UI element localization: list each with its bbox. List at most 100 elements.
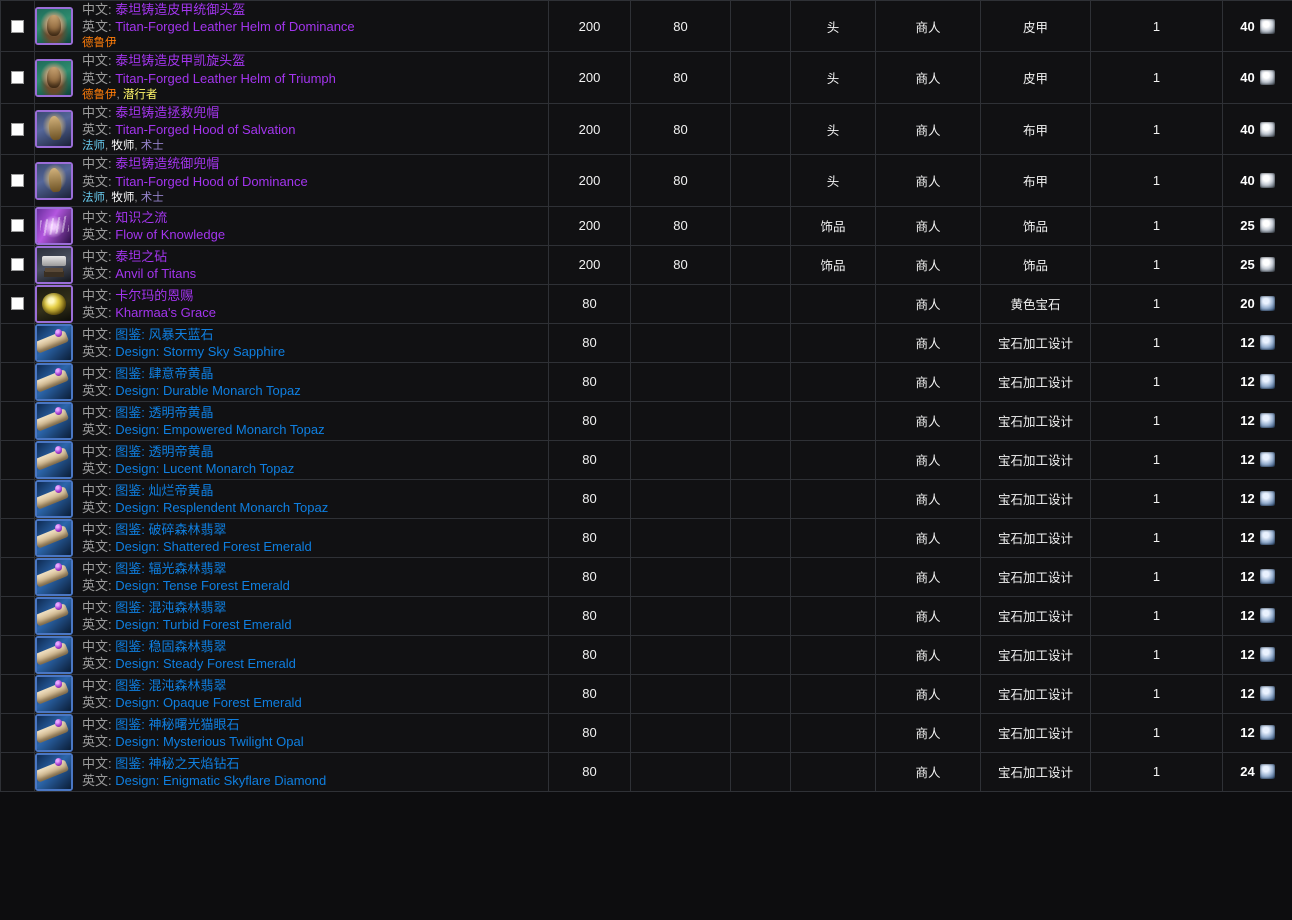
- helm-leather-icon[interactable]: [35, 58, 73, 97]
- table-row[interactable]: 中文: 泰坦之砧 英文: Anvil of Titans 200 80 饰品 商人 饰品 1 2…: [0, 245, 1292, 285]
- item-link-en[interactable]: Design: Stormy Sky Sapphire: [115, 344, 285, 359]
- row-select-cell[interactable]: [0, 752, 35, 792]
- item-link-cn[interactable]: 图鉴: 辐光森林翡翠: [115, 561, 226, 576]
- book-purple-icon[interactable]: [35, 206, 73, 245]
- table-row[interactable]: 中文: 图鉴: 灿烂帝黄晶 英文: Design: Resplendent Mon…: [0, 479, 1292, 519]
- table-row[interactable]: 中文: 泰坦铸造拯救兜帽 英文: Titan-Forged Hood of Sal…: [0, 103, 1292, 156]
- item-link-en[interactable]: Design: Mysterious Twilight Opal: [115, 734, 303, 749]
- emblem-icon[interactable]: [1259, 121, 1275, 137]
- badge-icon[interactable]: [1259, 491, 1275, 507]
- design-scroll-icon[interactable]: [35, 323, 73, 362]
- item-link-en[interactable]: Design: Lucent Monarch Topaz: [115, 461, 294, 476]
- item-link-en[interactable]: Kharmaa's Grace: [115, 305, 216, 320]
- item-link-cn[interactable]: 图鉴: 混沌森林翡翠: [115, 678, 226, 693]
- table-row[interactable]: 中文: 泰坦铸造皮甲统御头盔 英文: Titan-Forged Leather H…: [0, 0, 1292, 53]
- item-link-cn[interactable]: 泰坦之砧: [115, 249, 167, 264]
- design-scroll-icon[interactable]: [35, 479, 73, 518]
- item-link-cn[interactable]: 图鉴: 透明帝黄晶: [115, 444, 213, 459]
- table-row[interactable]: 中文: 图鉴: 破碎森林翡翠 英文: Design: Shattered Fore…: [0, 518, 1292, 558]
- hood-cloth-icon[interactable]: [35, 161, 73, 200]
- badge-icon[interactable]: [1259, 335, 1275, 351]
- table-row[interactable]: 中文: 卡尔玛的恩赐 英文: Kharmaa's Grace 80 商人 黄色宝石 1 20: [0, 284, 1292, 324]
- row-select-cell[interactable]: [0, 557, 35, 597]
- row-checkbox[interactable]: [11, 71, 24, 85]
- badge-icon[interactable]: [1259, 647, 1275, 663]
- item-link-en[interactable]: Design: Resplendent Monarch Topaz: [115, 500, 328, 515]
- item-link-en[interactable]: Flow of Knowledge: [115, 227, 225, 242]
- row-select-cell[interactable]: [0, 713, 35, 753]
- item-link-cn[interactable]: 图鉴: 混沌森林翡翠: [115, 600, 226, 615]
- design-scroll-icon[interactable]: [35, 401, 73, 440]
- row-select-cell[interactable]: [0, 635, 35, 675]
- badge-icon[interactable]: [1259, 725, 1275, 741]
- design-scroll-icon[interactable]: [35, 635, 73, 674]
- row-select-cell[interactable]: [0, 596, 35, 636]
- row-select-cell[interactable]: [0, 518, 35, 558]
- item-link-cn[interactable]: 图鉴: 风暴天蓝石: [115, 327, 213, 342]
- table-row[interactable]: 中文: 图鉴: 神秘曙光猫眼石 英文: Design: Mysterious Tw…: [0, 713, 1292, 753]
- design-scroll-icon[interactable]: [35, 440, 73, 479]
- badge-icon[interactable]: [1259, 764, 1275, 780]
- row-select-cell[interactable]: [0, 674, 35, 714]
- table-row[interactable]: 中文: 图鉴: 混沌森林翡翠 英文: Design: Opaque Forest …: [0, 674, 1292, 714]
- table-row[interactable]: 中文: 图鉴: 辐光森林翡翠 英文: Design: Tense Forest E…: [0, 557, 1292, 597]
- item-link-en[interactable]: Design: Turbid Forest Emerald: [115, 617, 291, 632]
- emblem-icon[interactable]: [1259, 70, 1275, 86]
- item-link-cn[interactable]: 知识之流: [115, 210, 167, 225]
- item-link-en[interactable]: Design: Opaque Forest Emerald: [115, 695, 301, 710]
- item-link-en[interactable]: Anvil of Titans: [115, 266, 196, 281]
- item-link-cn[interactable]: 图鉴: 肆意帝黄晶: [115, 366, 213, 381]
- item-link-en[interactable]: Titan-Forged Leather Helm of Dominance: [115, 19, 354, 34]
- emblem-icon[interactable]: [1259, 257, 1275, 273]
- item-link-cn[interactable]: 泰坦铸造皮甲统御头盔: [115, 2, 245, 17]
- table-row[interactable]: 中文: 泰坦铸造统御兜帽 英文: Titan-Forged Hood of Dom…: [0, 154, 1292, 207]
- badge-icon[interactable]: [1259, 608, 1275, 624]
- helm-leather-icon[interactable]: [35, 7, 73, 46]
- design-scroll-icon[interactable]: [35, 362, 73, 401]
- item-link-en[interactable]: Titan-Forged Leather Helm of Triumph: [115, 71, 336, 86]
- item-link-cn[interactable]: 图鉴: 灿烂帝黄晶: [115, 483, 213, 498]
- row-checkbox[interactable]: [11, 258, 24, 272]
- table-row[interactable]: 中文: 图鉴: 混沌森林翡翠 英文: Design: Turbid Forest …: [0, 596, 1292, 636]
- table-row[interactable]: 中文: 知识之流 英文: Flow of Knowledge 200 80 饰品 商人 饰品…: [0, 206, 1292, 246]
- badge-icon[interactable]: [1259, 452, 1275, 468]
- table-row[interactable]: 中文: 图鉴: 神秘之天焰钻石 英文: Design: Enigmatic Sky…: [0, 752, 1292, 792]
- row-select-cell[interactable]: [0, 362, 35, 402]
- table-row[interactable]: 中文: 图鉴: 风暴天蓝石 英文: Design: Stormy Sky Sapp…: [0, 323, 1292, 363]
- item-link-en[interactable]: Design: Empowered Monarch Topaz: [115, 422, 324, 437]
- badge-icon[interactable]: [1259, 686, 1275, 702]
- row-select-cell[interactable]: [0, 103, 35, 156]
- item-link-cn[interactable]: 图鉴: 稳固森林翡翠: [115, 639, 226, 654]
- item-link-cn[interactable]: 图鉴: 神秘之天焰钻石: [115, 756, 239, 771]
- design-scroll-icon[interactable]: [35, 557, 73, 596]
- design-scroll-icon[interactable]: [35, 674, 73, 713]
- row-select-cell[interactable]: [0, 323, 35, 363]
- row-checkbox[interactable]: [11, 297, 24, 311]
- anvil-icon[interactable]: [35, 245, 73, 284]
- design-scroll-icon[interactable]: [35, 518, 73, 557]
- row-checkbox[interactable]: [11, 219, 24, 233]
- item-link-en[interactable]: Titan-Forged Hood of Salvation: [115, 122, 295, 137]
- emblem-icon[interactable]: [1259, 218, 1275, 234]
- row-checkbox[interactable]: [11, 19, 24, 33]
- badge-icon[interactable]: [1259, 569, 1275, 585]
- table-row[interactable]: 中文: 图鉴: 透明帝黄晶 英文: Design: Lucent Monarch …: [0, 440, 1292, 480]
- gem-yellow-icon[interactable]: [35, 284, 73, 323]
- item-link-en[interactable]: Design: Tense Forest Emerald: [115, 578, 290, 593]
- row-select-cell[interactable]: [0, 0, 35, 53]
- item-link-cn[interactable]: 图鉴: 透明帝黄晶: [115, 405, 213, 420]
- badge-icon[interactable]: [1259, 374, 1275, 390]
- emblem-icon[interactable]: [1259, 18, 1275, 34]
- design-scroll-icon[interactable]: [35, 596, 73, 635]
- item-link-cn[interactable]: 泰坦铸造拯救兜帽: [115, 105, 219, 120]
- row-select-cell[interactable]: [0, 284, 35, 324]
- table-row[interactable]: 中文: 图鉴: 透明帝黄晶 英文: Design: Empowered Monar…: [0, 401, 1292, 441]
- table-row[interactable]: 中文: 图鉴: 肆意帝黄晶 英文: Design: Durable Monarch…: [0, 362, 1292, 402]
- design-scroll-icon[interactable]: [35, 752, 73, 791]
- item-link-cn[interactable]: 卡尔玛的恩赐: [115, 288, 193, 303]
- item-link-en[interactable]: Design: Shattered Forest Emerald: [115, 539, 312, 554]
- badge-icon[interactable]: [1259, 413, 1275, 429]
- design-scroll-icon[interactable]: [35, 713, 73, 752]
- row-select-cell[interactable]: [0, 401, 35, 441]
- row-select-cell[interactable]: [0, 51, 35, 104]
